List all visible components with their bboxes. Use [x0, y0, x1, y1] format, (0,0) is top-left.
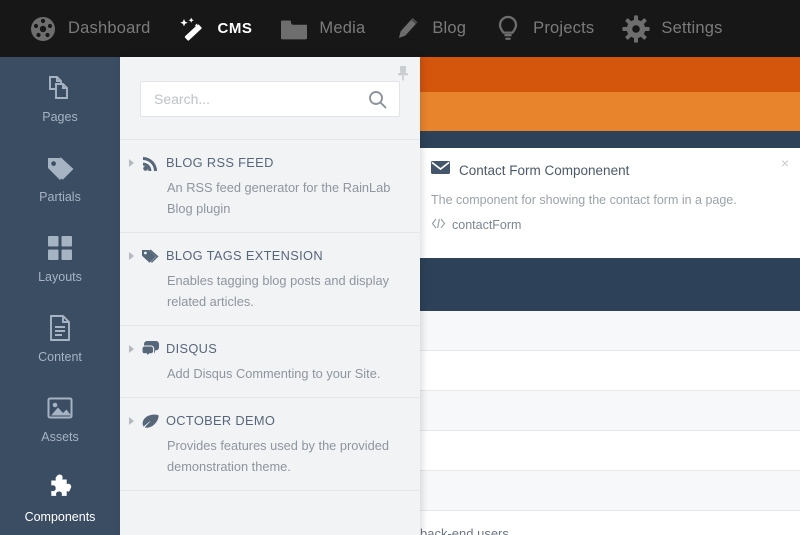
nav-item-dashboard[interactable]: Dashboard — [14, 0, 164, 57]
list-item-title: DISQUS — [166, 341, 218, 356]
nav-item-media-label: Media — [319, 19, 366, 37]
leaf-icon — [142, 412, 159, 429]
component-card-contact-form-header: Contact Form Componenent — [431, 160, 784, 180]
folder-icon — [278, 13, 310, 45]
list-item[interactable]: BLOG TAGS EXTENSION Enables tagging blog… — [120, 233, 420, 326]
list-item[interactable]: DISQUS Add Disqus Commenting to your Sit… — [120, 326, 420, 398]
code-label: contactForm — [452, 218, 522, 232]
chevron-right-icon[interactable] — [129, 159, 134, 167]
app-root: Dashboard CMS Media Blog Projects Settin… — [0, 0, 800, 535]
component-card-contact-form-description: The component for showing the contact fo… — [431, 193, 737, 207]
list-item-title: OCTOBER DEMO — [166, 413, 276, 428]
image-icon — [43, 391, 77, 425]
sidebar-item-components[interactable]: Components — [0, 457, 120, 535]
component-card-contact-form-code: contactForm — [431, 218, 784, 232]
pencil-icon — [391, 13, 423, 45]
list-item-description: Enables tagging blog posts and display r… — [167, 273, 389, 309]
comments-icon — [142, 340, 159, 357]
list-item-header: BLOG RSS FEED — [142, 154, 400, 171]
nav-item-dashboard-label: Dashboard — [68, 19, 151, 37]
nav-item-blog[interactable]: Blog — [378, 0, 479, 57]
dashboard-gauge-icon — [27, 13, 59, 45]
sidebar-item-layouts[interactable]: Layouts — [0, 217, 120, 297]
component-list: BLOG RSS FEED An RSS feed generator for … — [120, 139, 420, 491]
list-item-title: BLOG TAGS EXTENSION — [166, 248, 323, 263]
nav-item-blog-label: Blog — [432, 19, 467, 37]
search-input[interactable] — [141, 82, 399, 116]
sidebar-item-assets[interactable]: Assets — [0, 377, 120, 457]
close-icon[interactable]: × — [781, 156, 789, 170]
sidebar-item-assets-label: Assets — [41, 429, 79, 444]
gear-icon — [620, 13, 652, 45]
list-item[interactable]: OCTOBER DEMO Provides features used by t… — [120, 398, 420, 491]
puzzle-icon — [43, 471, 77, 505]
panel-header — [120, 57, 420, 139]
nav-item-cms[interactable]: CMS — [164, 0, 266, 57]
chevron-right-icon[interactable] — [129, 252, 134, 260]
magic-wand-icon — [177, 13, 209, 45]
sidebar-item-pages[interactable]: Pages — [0, 57, 120, 137]
sidebar-item-partials[interactable]: Partials — [0, 137, 120, 217]
sidebar-item-components-label: Components — [24, 509, 96, 524]
nav-item-media[interactable]: Media — [265, 0, 378, 57]
sidebar-item-pages-label: Pages — [42, 109, 78, 124]
list-item-header: BLOG TAGS EXTENSION — [142, 247, 400, 264]
list-item-header: DISQUS — [142, 340, 400, 357]
tag-icon — [142, 247, 159, 264]
chevron-right-icon[interactable] — [129, 345, 134, 353]
cms-sidebar: Pages Partials Layouts Content Assets Co… — [0, 57, 120, 535]
nav-item-settings-label: Settings — [661, 19, 723, 37]
nav-item-projects-label: Projects — [533, 19, 595, 37]
top-navigation-bar: Dashboard CMS Media Blog Projects Settin… — [0, 0, 800, 57]
list-item-header: OCTOBER DEMO — [142, 412, 400, 429]
components-flyout-panel: BLOG RSS FEED An RSS feed generator for … — [120, 57, 420, 535]
nav-item-projects[interactable]: Projects — [479, 0, 607, 57]
sidebar-item-partials-label: Partials — [39, 189, 81, 204]
component-card-contact-form-title: Contact Form Componenent — [459, 162, 630, 178]
list-item-description: An RSS feed generator for the RainLab Bl… — [167, 180, 391, 216]
list-item-description: Add Disqus Commenting to your Site. — [167, 366, 381, 381]
pages-icon — [43, 71, 77, 105]
nav-item-settings[interactable]: Settings — [607, 0, 735, 57]
tags-icon — [43, 151, 77, 185]
list-item-description: Provides features used by the provided d… — [167, 438, 389, 474]
sidebar-item-content[interactable]: Content — [0, 297, 120, 377]
document-icon — [43, 311, 77, 345]
chevron-right-icon[interactable] — [129, 417, 134, 425]
lightbulb-icon — [492, 13, 524, 45]
grid-icon — [43, 231, 77, 265]
sidebar-item-layouts-label: Layouts — [38, 269, 82, 284]
search-icon[interactable] — [368, 90, 387, 114]
search-box[interactable] — [140, 81, 400, 117]
envelope-icon — [431, 160, 450, 180]
sidebar-item-content-label: Content — [38, 349, 82, 364]
nav-item-cms-label: CMS — [217, 20, 253, 37]
rss-icon — [142, 154, 159, 171]
list-item-title: BLOG RSS FEED — [166, 155, 274, 170]
component-card-contact-form[interactable]: × Contact Form Componenent The component… — [415, 148, 800, 258]
code-brackets-icon — [431, 218, 446, 232]
list-item[interactable]: BLOG RSS FEED An RSS feed generator for … — [120, 140, 420, 233]
